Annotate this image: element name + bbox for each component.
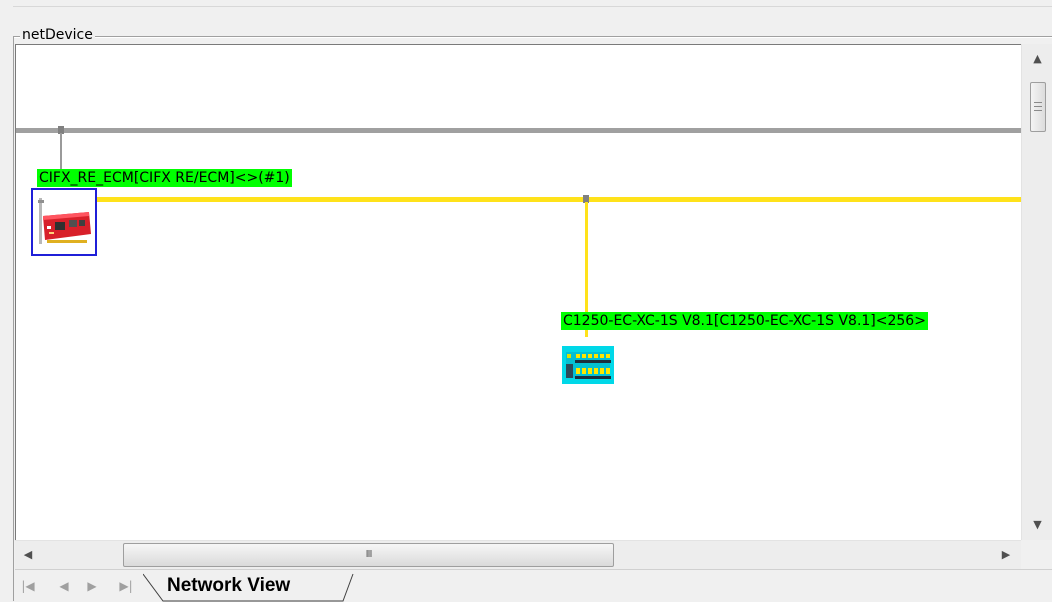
tab-nav-first-icon[interactable]: |◀: [17, 573, 39, 599]
tab-bar: |◀ ◀ ▶ ▶| Network View: [15, 569, 1052, 602]
vertical-scroll-thumb[interactable]: [1030, 82, 1046, 132]
horizontal-scrollbar[interactable]: ◀ III ▶: [15, 540, 1021, 569]
ethercat-bus-line: [90, 197, 1021, 202]
io-module-icon: [562, 346, 614, 384]
ethercat-bus-junction: [583, 195, 589, 203]
tab-nav-last-icon[interactable]: ▶|: [115, 573, 137, 599]
scroll-left-arrow-icon[interactable]: ◀: [15, 541, 41, 569]
scroll-right-arrow-icon[interactable]: ▶: [993, 541, 1019, 569]
scrollbar-corner: [1021, 540, 1052, 569]
grip-line-icon: [1034, 110, 1042, 111]
master-device-icon-selected[interactable]: [31, 188, 97, 256]
scroll-down-arrow-icon[interactable]: ▼: [1022, 510, 1052, 540]
master-connector-line: [60, 133, 62, 169]
network-view-canvas[interactable]: CIFX_RE_ECM[CIFX RE/ECM]<>(#1) C1250-EC-…: [15, 44, 1021, 541]
slave-device-icon[interactable]: [562, 346, 614, 384]
master-device-label[interactable]: CIFX_RE_ECM[CIFX RE/ECM]<>(#1): [37, 169, 292, 187]
scroll-up-arrow-icon[interactable]: ▲: [1022, 44, 1052, 74]
outer-frame-line: [13, 6, 1052, 7]
main-bus-line: [16, 128, 1021, 133]
master-bus-junction: [58, 126, 64, 134]
slave-device-label[interactable]: C1250-EC-XC-1S V8.1[C1250-EC-XC-1S V8.1]…: [561, 312, 928, 330]
tab-nav-next-icon[interactable]: ▶: [81, 573, 103, 599]
tab-label-network-view: Network View: [167, 575, 291, 596]
network-diagram: [16, 126, 1021, 337]
tab-nav-prev-icon[interactable]: ◀: [53, 573, 75, 599]
horizontal-scroll-thumb[interactable]: III: [123, 543, 614, 567]
groupbox-title: netDevice: [20, 26, 95, 44]
pci-card-icon: [38, 198, 91, 244]
grip-line-icon: [1034, 102, 1042, 103]
grip-line-icon: [1034, 106, 1042, 107]
vertical-scrollbar[interactable]: ▲ ▼: [1021, 44, 1052, 540]
groupbox-border-left: [13, 36, 14, 601]
groupbox-border-highlight: [13, 37, 1052, 38]
